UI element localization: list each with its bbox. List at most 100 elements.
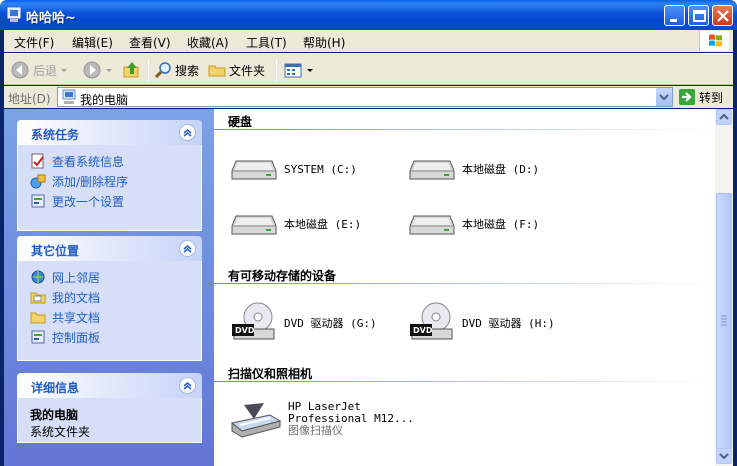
standard-toolbar: 后退 搜索 文件夹 — [4, 53, 733, 85]
drive-f[interactable]: 本地磁盘 (F:) — [408, 208, 539, 240]
collapse-icon[interactable] — [179, 240, 196, 257]
up-folder-button[interactable] — [122, 58, 142, 82]
task-label: 更改一个设置 — [52, 194, 125, 209]
scanner-device[interactable]: HP LaserJet Professional M12... 图像扫描仪 — [230, 401, 414, 439]
details-name: 我的电脑 — [30, 408, 79, 422]
minimize-icon — [670, 19, 677, 22]
scroll-thumb[interactable] — [716, 193, 732, 449]
menu-file[interactable]: 文件(F) — [14, 34, 54, 51]
menu-tools[interactable]: 工具(T) — [246, 34, 287, 51]
control-panel-icon — [31, 330, 45, 344]
drive-label: 本地磁盘 (F:) — [462, 218, 540, 231]
collapse-icon[interactable] — [179, 124, 196, 141]
go-arrow-icon — [679, 89, 695, 105]
scroll-down-button[interactable] — [716, 448, 732, 464]
place-label: 共享文档 — [52, 310, 101, 325]
address-value: 我的电脑 — [80, 93, 129, 107]
search-icon — [154, 62, 171, 79]
hard-drive-icon — [409, 160, 455, 180]
scanner-type: 图像扫描仪 — [288, 424, 343, 437]
drive-label: 本地磁盘 (E:) — [284, 218, 362, 231]
back-label: 后退 — [33, 63, 58, 78]
panel-title: 详细信息 — [31, 381, 80, 395]
go-button[interactable]: 转到 — [678, 87, 723, 107]
menu-favorites[interactable]: 收藏(A) — [187, 34, 229, 51]
go-label: 转到 — [699, 90, 724, 105]
menu-edit[interactable]: 编辑(E) — [72, 34, 113, 51]
address-input[interactable]: 我的电脑 — [57, 87, 673, 107]
up-folder-icon — [123, 62, 139, 78]
task-view-system-info[interactable]: 查看系统信息 — [30, 151, 201, 171]
toolbar-separator — [148, 59, 149, 81]
group-divider — [214, 381, 715, 382]
group-divider — [214, 283, 715, 284]
group-title-removable: 有可移动存储的设备 — [228, 269, 337, 283]
content-area: 系统任务 查看系统信息 添加/删除程序 更改一个设置 其它位置 网上邻居 我的文… — [4, 109, 733, 466]
drive-c[interactable]: SYSTEM (C:) — [230, 153, 357, 185]
place-control-panel[interactable]: 控制面板 — [30, 327, 201, 347]
minimize-button[interactable] — [664, 5, 685, 26]
shared-folder-icon — [30, 312, 46, 324]
task-pane: 系统任务 查看系统信息 添加/删除程序 更改一个设置 其它位置 网上邻居 我的文… — [4, 109, 214, 466]
drive-d[interactable]: 本地磁盘 (D:) — [408, 153, 539, 185]
drive-g[interactable]: DVD DVD 驱动器 (G:) — [230, 299, 377, 347]
folder-icon — [208, 65, 226, 77]
place-my-documents[interactable]: 我的文档 — [30, 287, 201, 307]
task-change-setting[interactable]: 更改一个设置 — [30, 191, 201, 211]
drive-h[interactable]: DVD DVD 驱动器 (H:) — [408, 299, 555, 347]
drive-label: SYSTEM (C:) — [284, 162, 357, 176]
details-header[interactable]: 详细信息 — [17, 373, 202, 398]
place-network[interactable]: 网上邻居 — [30, 267, 201, 287]
scroll-up-button[interactable] — [716, 109, 732, 125]
window-title: 哈哈哈~ — [26, 11, 76, 26]
vertical-scrollbar[interactable] — [715, 109, 733, 466]
computer-icon — [7, 7, 21, 22]
back-arrow-icon — [11, 61, 29, 79]
panel-body: 查看系统信息 添加/删除程序 更改一个设置 — [17, 145, 202, 231]
svg-text:DVD: DVD — [413, 326, 433, 335]
collapse-icon[interactable] — [179, 377, 196, 394]
drive-label: DVD 驱动器 (H:) — [462, 317, 555, 330]
menu-view[interactable]: 查看(V) — [129, 34, 171, 51]
hard-drive-icon — [409, 215, 455, 235]
place-shared-documents[interactable]: 共享文档 — [30, 307, 201, 327]
my-documents-icon — [30, 292, 46, 304]
panel-body: 我的电脑 系统文件夹 — [17, 398, 202, 443]
chevron-up-icon — [719, 113, 729, 120]
forward-button[interactable] — [82, 58, 113, 82]
svg-text:DVD: DVD — [235, 326, 255, 335]
search-button[interactable]: 搜索 — [154, 58, 199, 82]
chevron-down-icon — [307, 69, 313, 72]
maximize-icon — [693, 10, 706, 22]
address-dropdown-button[interactable] — [655, 88, 672, 106]
folders-button[interactable]: 文件夹 — [208, 58, 265, 82]
group-title-scanners: 扫描仪和照相机 — [228, 367, 313, 381]
computer-icon — [62, 89, 76, 104]
system-tasks-panel: 系统任务 查看系统信息 添加/删除程序 更改一个设置 — [17, 120, 202, 231]
system-tasks-header[interactable]: 系统任务 — [17, 120, 202, 145]
place-label: 我的文档 — [52, 290, 101, 305]
panel-title: 其它位置 — [31, 244, 80, 258]
views-button[interactable] — [283, 58, 314, 82]
task-label: 添加/删除程序 — [52, 174, 129, 189]
title-bar[interactable]: 哈哈哈~ — [0, 0, 737, 30]
file-list-pane[interactable]: 硬盘 SYSTEM (C:) 本地磁盘 (D:) 本地磁盘 (E:) 本地磁盘 … — [214, 109, 715, 466]
menu-help[interactable]: 帮助(H) — [303, 34, 345, 51]
add-remove-icon — [30, 174, 46, 189]
panel-title: 系统任务 — [31, 128, 80, 142]
task-add-remove-programs[interactable]: 添加/删除程序 — [30, 171, 201, 191]
other-places-header[interactable]: 其它位置 — [17, 236, 202, 261]
back-button[interactable]: 后退 — [10, 58, 68, 82]
close-button[interactable] — [712, 5, 733, 26]
details-type: 系统文件夹 — [30, 425, 91, 439]
maximize-button[interactable] — [688, 5, 709, 26]
group-divider — [214, 129, 715, 130]
menu-bar: 文件(F) 编辑(E) 查看(V) 收藏(A) 工具(T) 帮助(H) — [4, 30, 733, 52]
drive-e[interactable]: 本地磁盘 (E:) — [230, 208, 361, 240]
other-places-panel: 其它位置 网上邻居 我的文档 共享文档 控制面板 — [17, 236, 202, 361]
chevron-down-icon — [61, 69, 68, 72]
explorer-window: 哈哈哈~ 文件(F) 编辑(E) 查看(V) 收藏(A) 工具(T) 帮助(H) — [0, 0, 737, 466]
task-label: 查看系统信息 — [52, 154, 125, 169]
dvd-drive-icon: DVD — [232, 302, 275, 340]
system-info-icon — [31, 153, 44, 169]
